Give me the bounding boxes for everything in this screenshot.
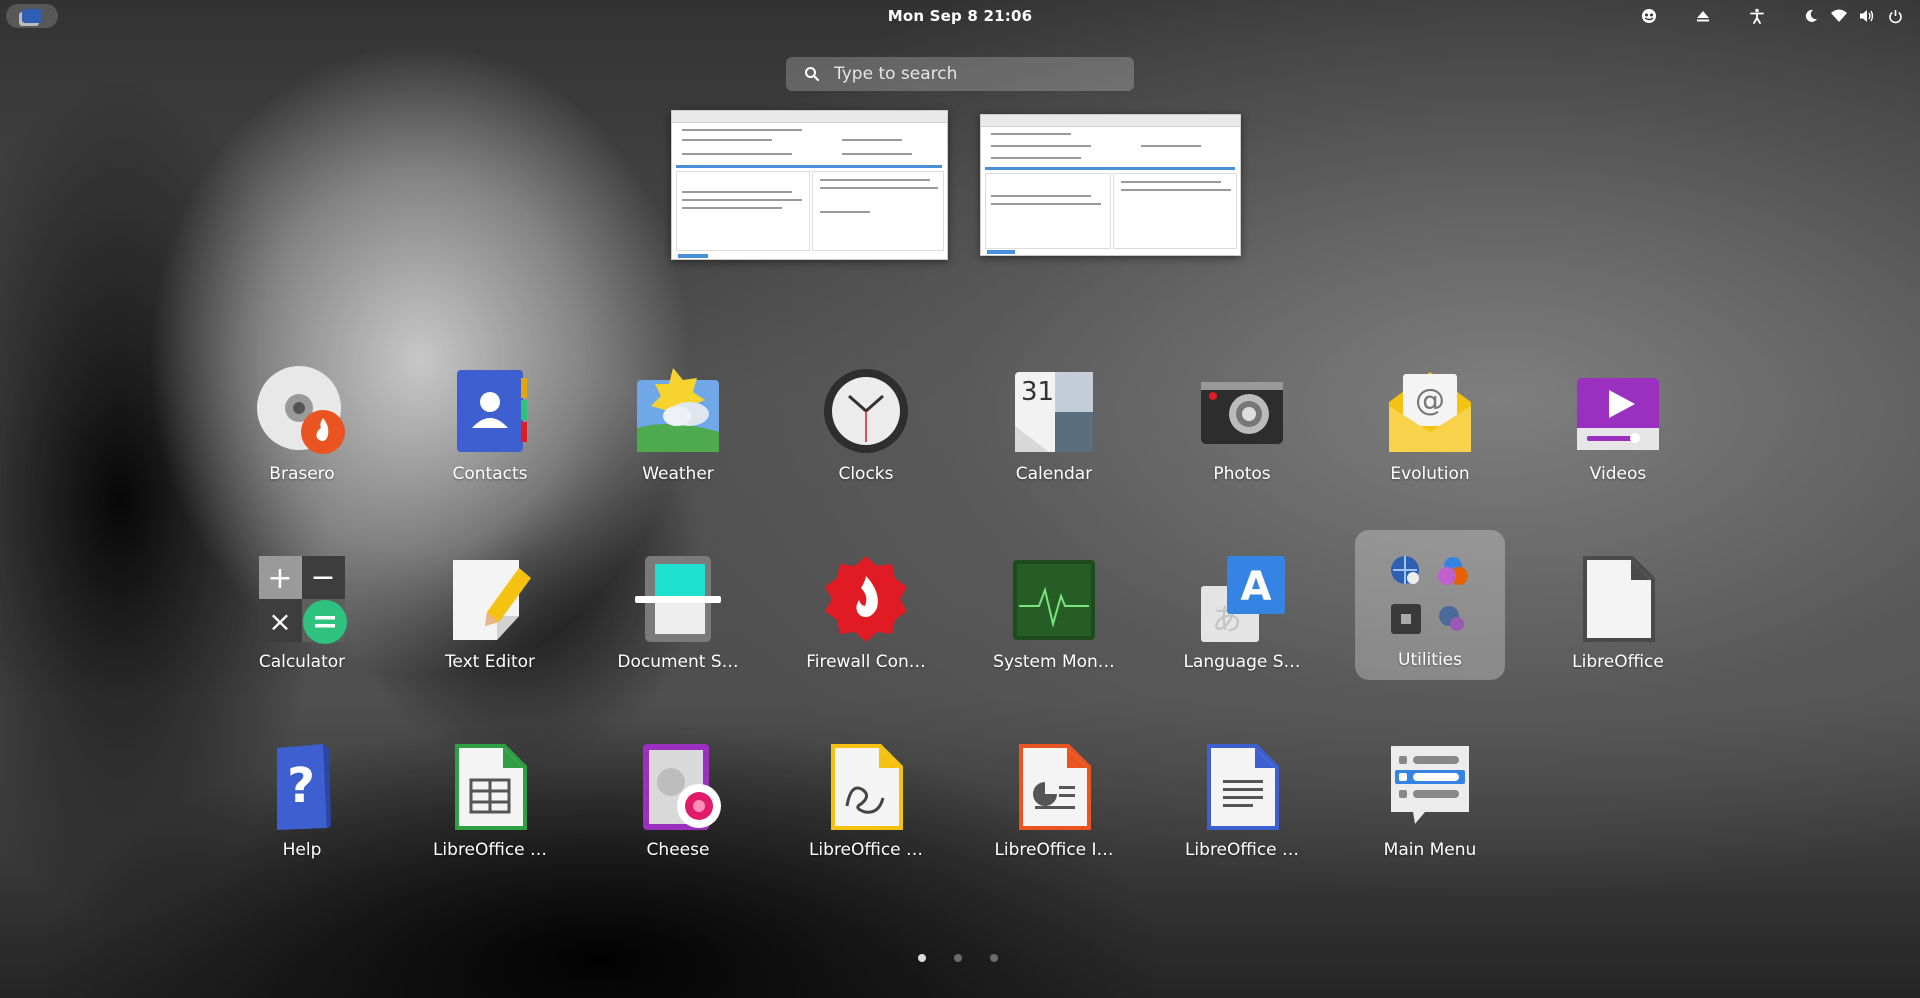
app-firewall[interactable]: Firewall Con… xyxy=(791,542,941,692)
libreoffice-impress-icon xyxy=(1009,742,1099,832)
weather-icon xyxy=(633,366,723,456)
language-support-icon: あ A xyxy=(1197,554,1287,644)
firewall-icon xyxy=(821,554,911,644)
app-calendar[interactable]: 31 Calendar xyxy=(979,354,1129,504)
power-icon[interactable] xyxy=(1884,5,1906,27)
svg-text:@: @ xyxy=(1415,383,1445,418)
evolution-icon: @ xyxy=(1385,366,1475,456)
app-label: Cheese xyxy=(646,840,710,860)
app-brasero[interactable]: Brasero xyxy=(227,354,377,504)
svg-text:?: ? xyxy=(287,758,315,814)
libreoffice-calc-icon xyxy=(445,742,535,832)
app-label: Text Editor xyxy=(444,652,536,672)
app-label: Utilities xyxy=(1398,650,1462,670)
svg-text:+: + xyxy=(267,561,292,596)
app-label: LibreOffice … xyxy=(1184,840,1300,860)
calculator-icon: + − × xyxy=(257,554,347,644)
app-system-monitor[interactable]: System Mon… xyxy=(979,542,1129,692)
svg-text:31: 31 xyxy=(1021,377,1054,407)
app-libreoffice[interactable]: LibreOffice xyxy=(1543,542,1693,692)
app-label: Weather xyxy=(642,464,714,484)
photos-icon xyxy=(1197,366,1287,456)
main-menu-icon xyxy=(1385,742,1475,832)
libreoffice-icon xyxy=(1573,554,1663,644)
app-videos[interactable]: Videos xyxy=(1543,354,1693,504)
app-label: Document S… xyxy=(617,652,739,672)
app-label: Evolution xyxy=(1390,464,1470,484)
app-label: Brasero xyxy=(269,464,335,484)
calendar-icon: 31 xyxy=(1009,366,1099,456)
app-evolution[interactable]: @ Evolution xyxy=(1355,354,1505,504)
app-label: LibreOffice I… xyxy=(994,840,1114,860)
app-text-editor[interactable]: Text Editor xyxy=(415,542,565,692)
search-bar[interactable] xyxy=(786,57,1134,91)
app-libreoffice-calc[interactable]: LibreOffice … xyxy=(415,730,565,880)
volume-icon[interactable] xyxy=(1856,5,1878,27)
brasero-icon xyxy=(257,366,347,456)
videos-icon xyxy=(1573,366,1663,456)
app-label: Clocks xyxy=(838,464,894,484)
text-editor-icon xyxy=(445,554,535,644)
app-main-menu[interactable]: Main Menu xyxy=(1355,730,1505,880)
app-document-scanner[interactable]: Document S… xyxy=(603,542,753,692)
accessibility-icon[interactable] xyxy=(1746,5,1768,27)
top-bar: Mon Sep 8 21:06 xyxy=(0,0,1920,32)
app-label: LibreOffice … xyxy=(808,840,924,860)
svg-text:−: − xyxy=(310,560,335,595)
app-weather[interactable]: Weather xyxy=(603,354,753,504)
app-label: System Mon… xyxy=(993,652,1115,672)
page-dot-3[interactable] xyxy=(990,954,998,962)
app-help[interactable]: ? Help xyxy=(227,730,377,880)
app-language-support[interactable]: あ A Language S… xyxy=(1167,542,1317,692)
page-dot-2[interactable] xyxy=(954,954,962,962)
app-libreoffice-writer[interactable]: LibreOffice … xyxy=(1167,730,1317,880)
app-label: Firewall Con… xyxy=(806,652,926,672)
page-indicator xyxy=(918,954,998,962)
utilities-folder-icon xyxy=(1385,552,1475,642)
app-label: Help xyxy=(282,840,322,860)
app-label: Contacts xyxy=(452,464,528,484)
app-libreoffice-draw[interactable]: LibreOffice … xyxy=(791,730,941,880)
screen-share-icon[interactable] xyxy=(1638,5,1660,27)
system-monitor-icon xyxy=(1009,554,1099,644)
libreoffice-writer-icon xyxy=(1197,742,1287,832)
night-light-icon[interactable] xyxy=(1800,5,1822,27)
wifi-icon[interactable] xyxy=(1828,5,1850,27)
system-tray[interactable] xyxy=(1632,0,1906,32)
app-label: Main Menu xyxy=(1383,840,1477,860)
app-utilities-folder[interactable]: Utilities xyxy=(1355,530,1505,680)
app-contacts[interactable]: Contacts xyxy=(415,354,565,504)
cheese-icon xyxy=(633,742,723,832)
app-calculator[interactable]: + − × Calculator xyxy=(227,542,377,692)
clocks-icon xyxy=(821,366,911,456)
app-label: LibreOffice … xyxy=(432,840,548,860)
app-label: Photos xyxy=(1213,464,1271,484)
window-thumbnail-2[interactable] xyxy=(980,114,1241,256)
app-clocks[interactable]: Clocks xyxy=(791,354,941,504)
libreoffice-draw-icon xyxy=(821,742,911,832)
svg-text:A: A xyxy=(1241,564,1272,610)
app-cheese[interactable]: Cheese xyxy=(603,730,753,880)
app-label: Calendar xyxy=(1015,464,1093,484)
activities-button[interactable] xyxy=(6,4,58,28)
help-icon: ? xyxy=(257,742,347,832)
svg-text:×: × xyxy=(268,605,291,638)
app-label: Videos xyxy=(1589,464,1647,484)
document-scanner-icon xyxy=(633,554,723,644)
app-label: LibreOffice xyxy=(1572,652,1664,672)
app-photos[interactable]: Photos xyxy=(1167,354,1317,504)
workspace-indicator-icon xyxy=(22,9,42,23)
search-input[interactable] xyxy=(834,64,1114,84)
window-thumbnail-1[interactable] xyxy=(671,110,948,260)
page-dot-1[interactable] xyxy=(918,954,926,962)
contacts-icon xyxy=(445,366,535,456)
eject-icon[interactable] xyxy=(1692,5,1714,27)
app-label: Language S… xyxy=(1183,652,1301,672)
app-libreoffice-impress[interactable]: LibreOffice I… xyxy=(979,730,1129,880)
app-label: Calculator xyxy=(258,652,346,672)
search-icon xyxy=(805,67,820,82)
clock[interactable]: Mon Sep 8 21:06 xyxy=(888,7,1032,25)
